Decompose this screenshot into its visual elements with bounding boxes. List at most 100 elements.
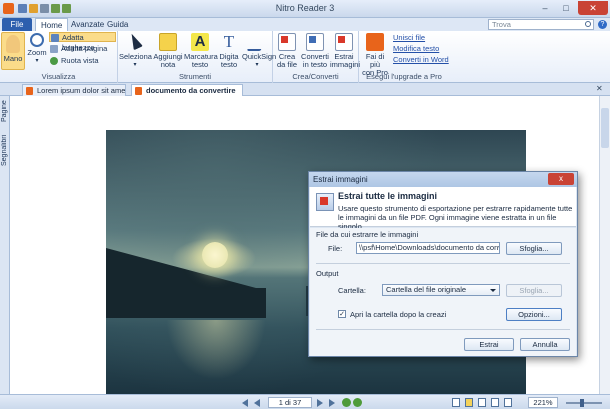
back-icon[interactable] <box>342 398 351 407</box>
status-bar: 1 di 37 221% <box>0 394 610 409</box>
quicksign-label: QuickSign <box>242 52 277 61</box>
scrollbar-thumb[interactable] <box>601 108 609 148</box>
tab-bookmarks[interactable]: Segnalibri <box>1 128 9 172</box>
dialog-header: Estrai tutte le immagini Usare questo st… <box>310 187 576 231</box>
next-page-icon[interactable] <box>317 399 323 407</box>
facing-view-icon[interactable] <box>478 398 486 407</box>
water-reflection <box>166 320 266 380</box>
forward-icon[interactable] <box>353 398 362 407</box>
file-section-label: File da cui estrarre le immagini <box>316 230 419 239</box>
browse-folder-button[interactable]: Sfoglia... <box>506 284 562 297</box>
left-panel-tabs: Pagine Segnalibri <box>0 96 10 394</box>
document-tab-bar: Lorem ipsum dolor sit amet documento da … <box>0 83 610 96</box>
search-placeholder: Trova <box>492 20 511 29</box>
tab-file[interactable]: File <box>2 18 32 31</box>
highlight-label-2: testo <box>191 60 209 69</box>
cancel-button[interactable]: Annulla <box>520 338 570 351</box>
last-page-icon[interactable] <box>329 399 335 407</box>
zoom-level-field[interactable]: 221% <box>528 397 558 408</box>
chevron-down-icon: ▾ <box>255 62 259 68</box>
convert-label-2: in testo <box>302 60 328 69</box>
create-from-file-button[interactable]: Crea da file <box>274 33 300 69</box>
dialog-title-bar[interactable]: Estrai immagini x <box>309 172 577 187</box>
pro-label-1: Fai di più <box>365 52 385 69</box>
fullscreen-view-icon[interactable] <box>504 398 512 407</box>
first-page-icon[interactable] <box>242 399 248 407</box>
folder-dropdown[interactable]: Cartella del file originale <box>382 284 500 296</box>
dialog-close-button[interactable]: x <box>548 173 574 185</box>
group-label-visualizza: Visualizza <box>41 72 76 81</box>
single-page-view-icon[interactable] <box>452 398 460 407</box>
quicksign-button[interactable]: QuickSign ▾ <box>242 33 277 69</box>
rotate-view-label: Ruota vista <box>61 56 99 65</box>
type-text-button[interactable]: T Digita testo <box>216 33 242 69</box>
zoom-button[interactable]: Zoom ▾ <box>26 33 48 65</box>
fit-page-label: Adatta pagina <box>61 44 108 53</box>
vertical-scrollbar[interactable] <box>599 96 610 394</box>
previous-page-icon[interactable] <box>254 399 260 407</box>
convert-word-link[interactable]: Converti in Word <box>393 55 449 64</box>
doc-tab-lorem[interactable]: Lorem ipsum dolor sit amet <box>22 84 126 96</box>
rotate-view-button[interactable]: Ruota vista <box>49 56 99 66</box>
window-title: Nitro Reader 3 <box>275 3 335 13</box>
moon <box>202 242 228 268</box>
doc-tab-documento[interactable]: documento da convertire <box>131 84 243 96</box>
extract-images-button[interactable]: Estrai immagini <box>330 33 361 69</box>
tab-home[interactable]: Home <box>35 18 69 31</box>
maximize-button[interactable]: □ <box>556 1 576 15</box>
extract-images-icon <box>316 193 334 211</box>
highlight-icon: A <box>191 33 209 51</box>
search-input[interactable]: Trova <box>488 19 594 30</box>
extract-label-2: immagini <box>330 60 361 69</box>
doc-tab-label: Lorem ipsum dolor sit amet <box>37 86 126 95</box>
hand-tool-button[interactable]: Mano <box>1 32 25 70</box>
highlight-text-button[interactable]: A Marcatura testo <box>184 33 218 69</box>
file-path-field[interactable]: \\psf\Home\Downloads\documento da conver… <box>356 242 500 254</box>
fit-page-icon <box>50 45 58 53</box>
create-pdf-icon <box>278 33 296 51</box>
page-number-field[interactable]: 1 di 37 <box>268 397 312 408</box>
chevron-down-icon <box>490 289 496 292</box>
chevron-down-icon: ▾ <box>35 58 39 64</box>
open-folder-checkbox[interactable]: ✓ <box>338 310 346 318</box>
dialog-heading: Estrai tutte le immagini <box>338 191 438 201</box>
pro-upgrade-button[interactable]: Fai di più con Pro <box>360 33 390 77</box>
options-button[interactable]: Opzioni... <box>506 308 562 321</box>
extract-button[interactable]: Estrai <box>464 338 514 351</box>
note-icon <box>159 33 177 51</box>
group-strumenti: Seleziona ▾ Aggiungi nota A Marcatura te… <box>118 31 277 83</box>
search-icon <box>585 21 591 27</box>
zoom-label: Zoom <box>27 48 47 57</box>
close-document-icon[interactable]: ✕ <box>596 84 603 93</box>
browse-file-button[interactable]: Sfoglia... <box>506 242 562 255</box>
zoom-slider[interactable] <box>566 402 602 404</box>
cursor-icon <box>127 31 143 51</box>
fit-width-icon <box>51 34 59 42</box>
nitro-pro-icon <box>366 33 384 51</box>
merge-files-link[interactable]: Unisci file <box>393 33 425 42</box>
folder-label: Cartella: <box>338 286 366 295</box>
type-text-label-2: testo <box>220 60 238 69</box>
edit-text-link[interactable]: Modifica testo <box>393 44 439 53</box>
title-bar: Nitro Reader 3 – □ ✕ <box>0 0 610 18</box>
add-note-button[interactable]: Aggiungi nota <box>152 33 184 69</box>
fit-page-button[interactable]: Adatta pagina <box>49 44 107 54</box>
close-window-button[interactable]: ✕ <box>578 1 608 15</box>
fit-width-button[interactable]: Adatta larghezza <box>49 32 116 52</box>
file-label: File: <box>328 244 343 253</box>
pdf-icon <box>26 87 33 95</box>
tab-guida[interactable]: Guida <box>102 18 133 31</box>
facing-continuous-view-icon[interactable] <box>491 398 499 407</box>
extract-images-icon <box>335 33 353 51</box>
minimize-button[interactable]: – <box>535 1 555 15</box>
tab-pages[interactable]: Pagine <box>1 96 9 126</box>
convert-to-text-button[interactable]: Converti in testo <box>300 33 330 69</box>
group-visualizza: Mano Zoom ▾ Adatta larghezza Adatta pagi… <box>0 31 118 83</box>
help-icon[interactable]: ? <box>598 20 607 29</box>
select-button[interactable]: Seleziona ▾ <box>119 31 152 69</box>
zoom-slider-thumb[interactable] <box>580 399 584 407</box>
dialog-description: Usare questo strumento di esportazione p… <box>338 204 573 231</box>
continuous-view-icon[interactable] <box>465 398 473 407</box>
ribbon-tab-bar: File Home Avanzate Guida Trova ? <box>0 18 610 31</box>
doc-tab-label: documento da convertire <box>146 86 236 95</box>
